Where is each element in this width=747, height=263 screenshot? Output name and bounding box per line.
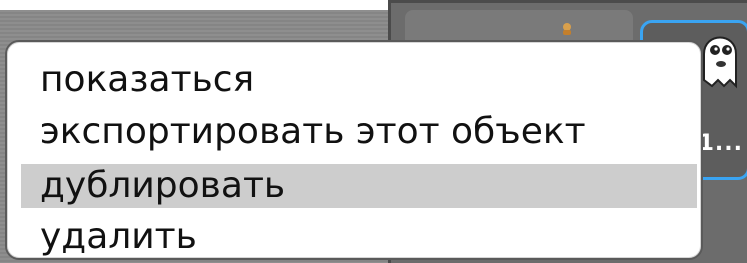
top-strip [0,0,398,10]
menu-item-show[interactable]: показаться [21,58,697,102]
sprite-name-label: 1... [698,131,743,156]
menu-item-delete[interactable]: удалить [21,215,697,259]
ghost-sprite-icon [703,36,737,89]
menu-item-export-object[interactable]: экспортировать этот объект [21,110,697,154]
context-menu: показаться экспортировать этот объект ду… [5,40,703,260]
menu-item-duplicate[interactable]: дублировать [21,164,697,208]
sprite-thumbnail-icon [563,23,571,35]
